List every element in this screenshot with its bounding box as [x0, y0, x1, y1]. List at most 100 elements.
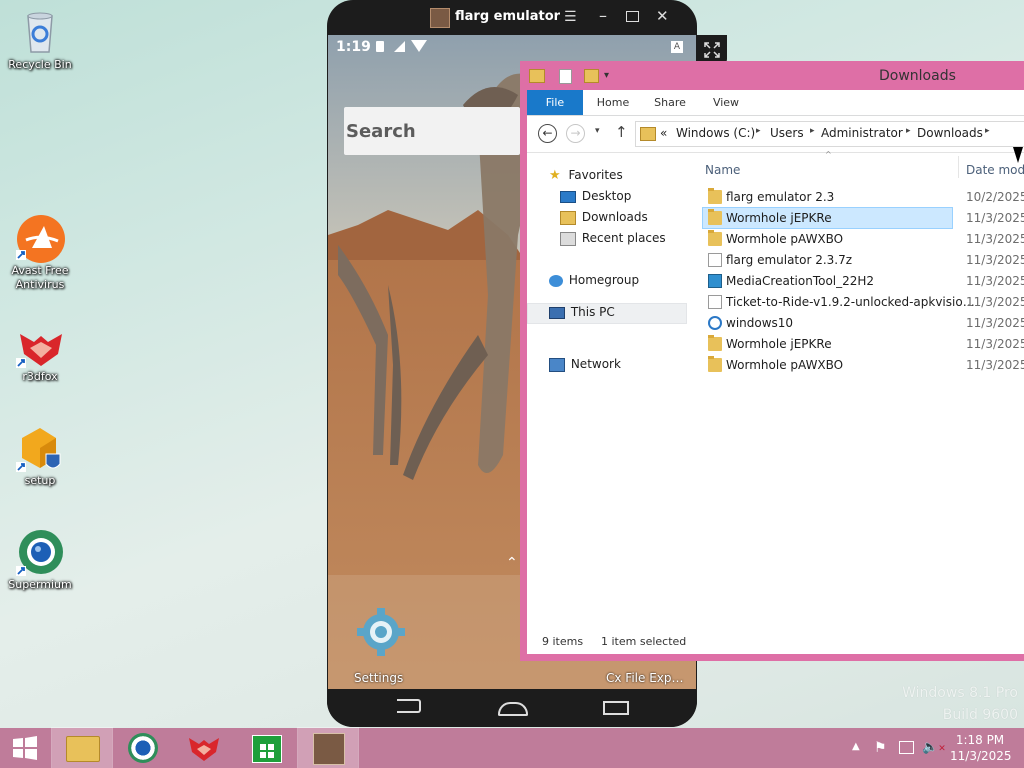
desktop-icon-label: Supermium	[8, 578, 72, 591]
recent-places-icon	[560, 231, 576, 246]
file-row[interactable]: Ticket-to-Ride-v1.9.2-unlocked-apkvisio……	[703, 292, 1024, 312]
avast-icon	[16, 214, 65, 263]
nav-network[interactable]: Network	[549, 354, 621, 374]
app-settings[interactable]: Settings	[348, 603, 418, 689]
quick-access-properties-icon[interactable]	[559, 69, 572, 84]
nav-desktop[interactable]: Desktop	[560, 186, 631, 206]
taskbar-r3dfox[interactable]	[174, 728, 234, 768]
tab-share[interactable]: Share	[647, 90, 693, 115]
desktop-icon-avast[interactable]: Avast Free Antivirus	[0, 214, 80, 292]
desktop-icon-label: Recycle Bin	[8, 58, 72, 71]
quick-access-dropdown-icon[interactable]: ▾	[604, 70, 609, 81]
breadcrumb-windows-c[interactable]: Windows (C:)	[676, 126, 755, 140]
breadcrumb-separator: ▸	[906, 126, 911, 136]
taskbar-supermium[interactable]	[113, 728, 173, 768]
watermark-line1: Windows 8.1 Pro	[902, 685, 1018, 701]
network-tray-icon[interactable]	[899, 741, 914, 754]
breadcrumb-separator: ▸	[756, 126, 761, 136]
nav-label: Homegroup	[568, 273, 640, 287]
file-row[interactable]: Wormhole pAWXBO 11/3/2025 1	[703, 229, 1024, 249]
close-icon[interactable]: ✕	[656, 7, 669, 25]
back-button[interactable]: ←	[538, 124, 557, 143]
breadcrumb-downloads[interactable]: Downloads	[917, 126, 983, 140]
file-date: 10/2/2025 2	[966, 190, 1024, 204]
desktop-icon-r3dfox[interactable]: r3dfox	[0, 320, 80, 384]
desktop-icon-setup[interactable]: setup	[0, 424, 80, 488]
start-button[interactable]	[0, 728, 50, 768]
file-date: 11/3/2025 1	[966, 232, 1024, 246]
explorer-app-icon	[529, 69, 545, 83]
breadcrumb-overflow[interactable]: «	[660, 126, 667, 140]
clock[interactable]: 1:18 PM 11/3/2025	[950, 732, 1012, 764]
file-row[interactable]: Wormhole pAWXBO 11/3/2025 1	[703, 355, 1024, 375]
tab-file[interactable]: File	[527, 90, 583, 115]
home-icon[interactable]	[498, 702, 528, 716]
file-date: 11/3/2025 1	[966, 337, 1024, 351]
homegroup-icon	[549, 274, 563, 287]
file-date-row: 11/3/2025 1	[703, 208, 1024, 228]
app-drawer-chevron-icon[interactable]: ⌃	[506, 555, 518, 571]
volume-muted-icon[interactable]: 🔈✕	[922, 740, 946, 755]
breadcrumb-users[interactable]: Users	[770, 126, 804, 140]
maximize-icon[interactable]	[626, 11, 639, 22]
file-row[interactable]: windows10 11/3/2025 1	[703, 313, 1024, 333]
clock-time: 1:18 PM	[955, 733, 1005, 747]
nav-recent-places[interactable]: Recent places	[560, 228, 666, 248]
sort-arrow-icon: ^	[825, 150, 832, 159]
file-row[interactable]: Wormhole jEPKRe 11/3/2025 1	[703, 334, 1024, 354]
file-name: windows10	[726, 316, 794, 330]
taskbar-store[interactable]	[236, 728, 296, 768]
breadcrumb-administrator[interactable]: Administrator	[821, 126, 903, 140]
recents-icon[interactable]	[603, 701, 629, 715]
explorer-title-bar[interactable]: ▾ Downloads	[520, 61, 1024, 90]
file-icon	[708, 295, 722, 309]
file-row[interactable]: flarg emulator 2.3 10/2/2025 2	[703, 187, 1024, 207]
column-header-name[interactable]: Name	[705, 163, 740, 177]
column-header-date[interactable]: Date modifi	[966, 163, 1024, 177]
taskbar-flarg-emulator[interactable]	[297, 727, 359, 768]
minimize-icon[interactable]: –	[599, 6, 607, 25]
setup-icon	[16, 424, 64, 472]
nav-this-pc[interactable]: This PC	[549, 302, 615, 322]
quick-access-new-folder-icon[interactable]	[584, 69, 599, 83]
column-divider[interactable]	[958, 156, 959, 178]
file-name: Wormhole jEPKRe	[726, 337, 832, 351]
status-selection: 1 item selected	[601, 635, 687, 648]
emulator-title-bar[interactable]: flarg emulator ☰ – ✕	[327, 0, 697, 35]
computer-icon	[549, 306, 565, 319]
file-explorer-icon	[66, 736, 100, 762]
tab-home[interactable]: Home	[591, 90, 635, 115]
forward-button[interactable]: →	[566, 124, 585, 143]
folder-icon	[708, 356, 722, 372]
file-name: Wormhole pAWXBO	[726, 232, 844, 246]
nav-favorites[interactable]: ★ Favorites	[549, 165, 623, 185]
file-date: 11/3/2025 1	[966, 274, 1024, 288]
show-hidden-icons-icon[interactable]: ▲	[852, 741, 860, 752]
file-row[interactable]: flarg emulator 2.3.7z 11/3/2025 1	[703, 250, 1024, 270]
taskbar-file-explorer[interactable]	[51, 727, 113, 768]
windows-logo-icon	[13, 736, 37, 760]
up-button[interactable]: ↑	[615, 123, 628, 141]
explorer-window: ▾ Downloads File Home Share View ← → ▾ ↑…	[520, 61, 1024, 661]
nav-downloads[interactable]: Downloads	[560, 207, 648, 227]
nav-homegroup[interactable]: Homegroup	[549, 270, 639, 290]
recent-locations-dropdown-icon[interactable]: ▾	[595, 126, 600, 136]
file-name: Ticket-to-Ride-v1.9.2-unlocked-apkvisio…	[726, 295, 975, 309]
action-center-flag-icon[interactable]: ⚑	[874, 740, 887, 756]
internet-explorer-icon	[708, 316, 722, 330]
file-row[interactable]: MediaCreationTool_22H2 11/3/2025 1	[703, 271, 1024, 291]
status-time: 1:19	[336, 39, 371, 55]
r3dfox-icon	[189, 738, 219, 761]
file-date: 11/3/2025 1	[966, 253, 1024, 267]
android-nav-bar	[327, 689, 697, 727]
address-folder-icon	[640, 127, 656, 141]
explorer-title: Downloads	[879, 68, 956, 84]
r3dfox-icon	[16, 320, 64, 368]
desktop-icon-supermium[interactable]: Supermium	[0, 528, 80, 592]
menu-icon[interactable]: ☰	[564, 9, 577, 25]
back-icon[interactable]	[397, 699, 421, 713]
search-bar[interactable]: Search	[344, 107, 520, 155]
tab-view[interactable]: View	[705, 90, 747, 115]
address-bar[interactable]: « Windows (C:) ▸ Users ▸ Administrator ▸…	[635, 121, 1024, 147]
desktop-icon-recycle-bin[interactable]: Recycle Bin	[0, 8, 80, 72]
